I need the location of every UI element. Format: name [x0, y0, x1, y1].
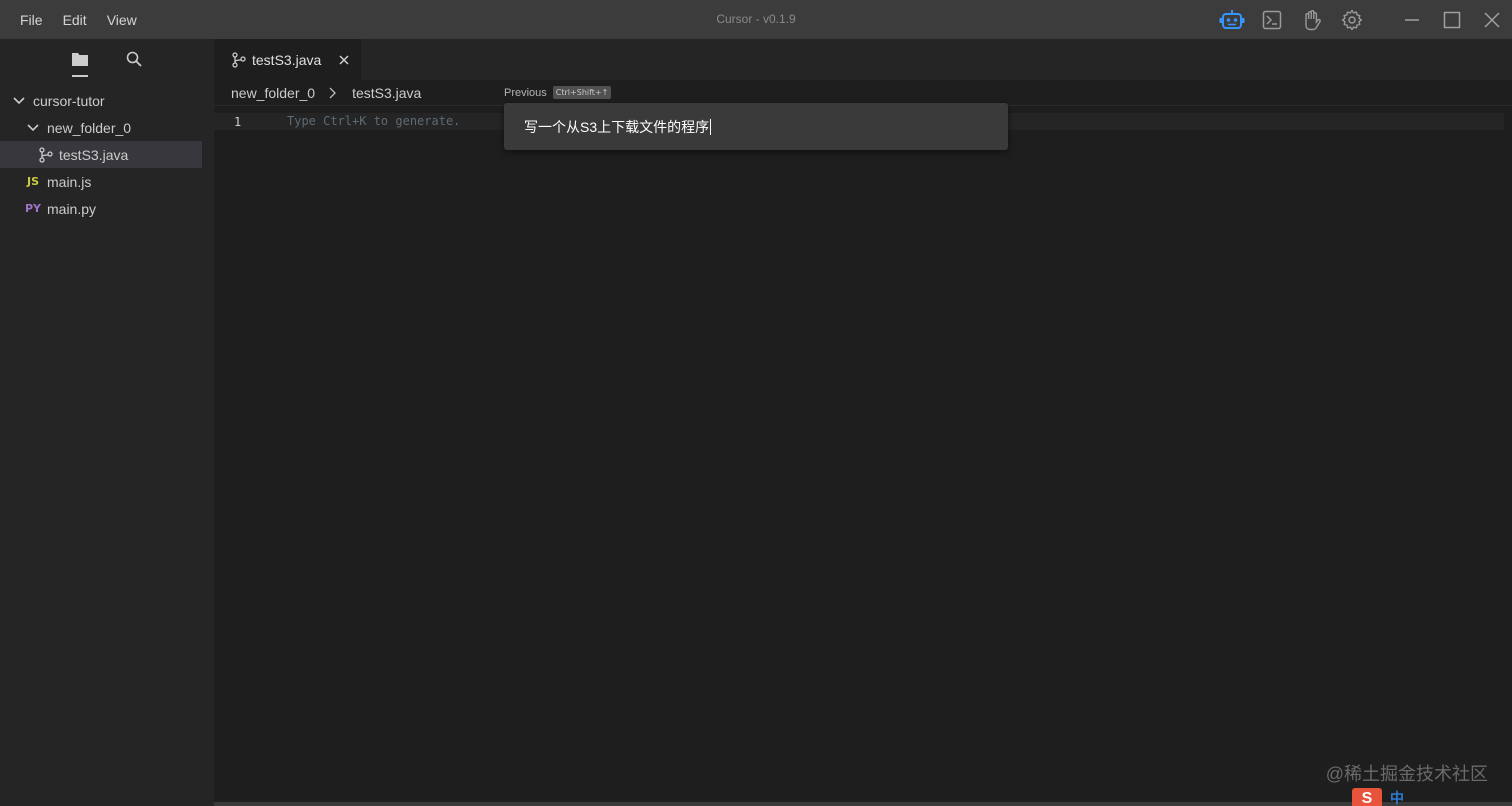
- tab-bar: testS3.java: [214, 39, 1512, 80]
- prompt-text: 写一个从S3上下载文件的程序: [524, 118, 710, 135]
- gear-icon: [1341, 9, 1363, 30]
- menu-edit[interactable]: Edit: [53, 12, 97, 28]
- tab-label: testS3.java: [252, 51, 322, 68]
- search-icon: [126, 51, 142, 67]
- js-file-icon: JS: [26, 175, 39, 188]
- terminal-icon: [1262, 10, 1282, 29]
- ime-logo[interactable]: S: [1352, 788, 1382, 806]
- settings-button[interactable]: [1332, 0, 1372, 39]
- window-controls: [1392, 0, 1512, 39]
- close-icon: [1484, 11, 1500, 28]
- menu-file[interactable]: File: [10, 12, 53, 28]
- maximize-button[interactable]: [1432, 0, 1472, 39]
- watermark: @稀土掘金技术社区: [1325, 764, 1488, 784]
- generate-prompt-input[interactable]: 写一个从S3上下载文件的程序: [504, 103, 1008, 150]
- editor-placeholder[interactable]: Type Ctrl+K to generate.: [287, 114, 460, 128]
- explorer-tab[interactable]: [65, 44, 95, 77]
- line-number: 1: [234, 115, 242, 129]
- tree-item-label: testS3.java: [59, 146, 129, 163]
- breadcrumb-file[interactable]: testS3.java: [352, 85, 421, 101]
- tree-item-label: main.py: [47, 200, 97, 217]
- robot-icon: [1219, 9, 1245, 29]
- horizontal-scrollbar[interactable]: [214, 802, 1512, 806]
- title-bar: File Edit View Cursor - v0.1.9: [0, 0, 1512, 39]
- git-branch-icon: [232, 51, 246, 68]
- minimize-icon: [1405, 18, 1419, 21]
- editor-area: testS3.java new_folder_0 testS3.java 1 T…: [214, 39, 1512, 806]
- tree-item-label: cursor-tutor: [33, 92, 105, 109]
- tree-root-folder[interactable]: cursor-tutor: [0, 87, 202, 114]
- sidebar: cursor-tutor new_folder_0 testS3.java JS: [0, 39, 214, 806]
- ime-mode-indicator[interactable]: 中: [1390, 788, 1404, 806]
- previous-hint[interactable]: Previous Ctrl+Shift+↑: [504, 86, 612, 99]
- title-actions: [1212, 0, 1512, 39]
- search-tab[interactable]: [119, 44, 149, 74]
- robot-button[interactable]: [1212, 0, 1252, 39]
- menu-view[interactable]: View: [97, 12, 147, 28]
- tree-file-testS3[interactable]: testS3.java: [0, 141, 202, 168]
- close-tab-button[interactable]: [339, 54, 349, 65]
- sidebar-header: [0, 39, 214, 79]
- breadcrumb-folder[interactable]: new_folder_0: [231, 85, 315, 101]
- python-file-icon: PY: [25, 202, 42, 215]
- chevron-right-icon: [329, 87, 336, 99]
- hand-icon: [1305, 9, 1321, 30]
- git-branch-icon: [38, 146, 54, 163]
- chevron-down-icon: [11, 96, 27, 105]
- close-window-button[interactable]: [1472, 0, 1512, 39]
- menu-bar: File Edit View: [10, 0, 147, 39]
- tree-folder[interactable]: new_folder_0: [0, 114, 202, 141]
- close-icon: [339, 54, 349, 65]
- tree-item-label: new_folder_0: [47, 119, 132, 136]
- chevron-down-icon: [25, 123, 41, 132]
- file-tree: cursor-tutor new_folder_0 testS3.java JS: [0, 79, 214, 222]
- text-caret: [710, 118, 712, 135]
- maximize-icon: [1443, 11, 1461, 28]
- terminal-button[interactable]: [1252, 0, 1292, 39]
- tree-file-mainpy[interactable]: PY main.py: [0, 195, 202, 222]
- hand-button[interactable]: [1292, 0, 1332, 39]
- previous-label: Previous: [504, 86, 547, 99]
- tree-file-mainjs[interactable]: JS main.js: [0, 168, 202, 195]
- folder-icon: [72, 53, 88, 66]
- previous-shortcut: Ctrl+Shift+↑: [552, 86, 612, 99]
- tab-testS3[interactable]: testS3.java: [214, 39, 362, 80]
- ime-toolbar: S 中: [1352, 788, 1512, 806]
- minimize-button[interactable]: [1392, 0, 1432, 39]
- tree-item-label: main.js: [47, 173, 92, 190]
